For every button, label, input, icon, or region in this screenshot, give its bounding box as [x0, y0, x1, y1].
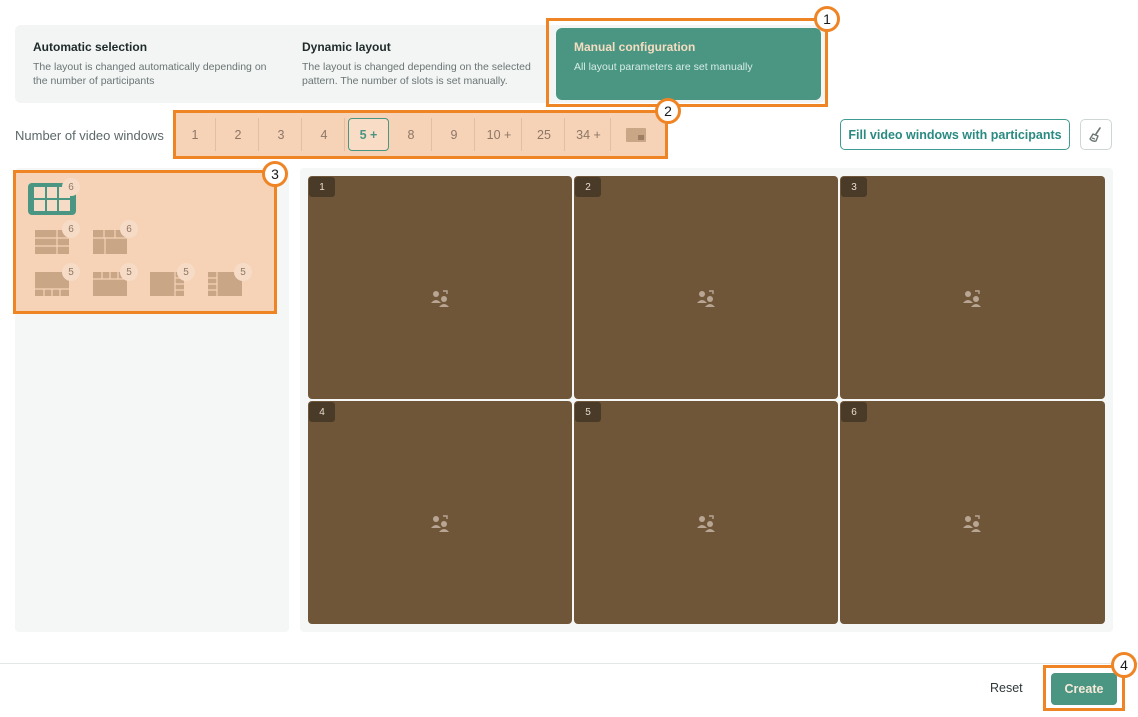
picture-in-picture-icon [625, 127, 646, 142]
count-option[interactable]: 25 [524, 118, 565, 151]
layout-editor: Automatic selection The layout is change… [0, 0, 1138, 717]
count-option[interactable]: 2 [218, 118, 259, 151]
slot-number: 3 [841, 177, 867, 197]
mode-manual-configuration[interactable]: Manual configuration All layout paramete… [556, 28, 821, 100]
count-option[interactable]: 1 [175, 118, 216, 151]
add-participant-icon [431, 515, 449, 532]
slot-number: 2 [575, 177, 601, 197]
reset-button[interactable]: Reset [990, 681, 1023, 695]
slot-number: 6 [841, 402, 867, 422]
slot-count-badge: 5 [120, 263, 138, 281]
add-participant-icon [431, 290, 449, 307]
fill-video-windows-button[interactable]: Fill video windows with participants [840, 119, 1070, 150]
mode-dynamic-layout[interactable]: Dynamic layout The layout is changed dep… [284, 25, 553, 103]
video-slot[interactable]: 4 [308, 401, 572, 624]
mode-title: Automatic selection [33, 40, 148, 54]
video-windows-label: Number of video windows [15, 128, 164, 143]
callout-badge: 4 [1111, 652, 1137, 678]
broom-icon [1089, 126, 1101, 142]
add-participant-icon [697, 290, 715, 307]
create-button[interactable]: Create [1051, 673, 1117, 705]
video-slot[interactable]: 1 [308, 176, 572, 399]
video-slot[interactable]: 5 [574, 401, 838, 624]
slot-count-badge: 5 [177, 263, 195, 281]
add-participant-icon [963, 290, 981, 307]
count-option[interactable]: 10 + [477, 118, 522, 151]
count-option[interactable]: 9 [434, 118, 475, 151]
add-participant-icon [963, 515, 981, 532]
count-option[interactable]: 4 [304, 118, 345, 151]
callout-badge: 2 [655, 98, 681, 124]
slot-number: 4 [309, 402, 335, 422]
slot-count-badge: 5 [62, 263, 80, 281]
mode-description: The layout is changed automatically depe… [33, 61, 267, 87]
slot-count-badge: 6 [62, 178, 80, 196]
count-option[interactable]: 8 [391, 118, 432, 151]
slot-number: 1 [309, 177, 335, 197]
slot-number: 5 [575, 402, 601, 422]
add-participant-icon [697, 515, 715, 532]
count-option[interactable]: 34 + [567, 118, 611, 151]
callout-badge: 1 [814, 6, 840, 32]
video-slot[interactable]: 2 [574, 176, 838, 399]
mode-title: Dynamic layout [302, 40, 391, 54]
count-option-selected[interactable]: 5 + [348, 118, 389, 151]
video-slot[interactable]: 6 [840, 401, 1105, 624]
mode-description: The layout is changed depending on the s… [302, 61, 531, 87]
clear-layout-button[interactable] [1080, 119, 1112, 150]
video-windows-count-selector: 1 2 3 4 5 + 8 9 10 + 25 34 + [175, 112, 666, 157]
slot-count-badge: 5 [234, 263, 252, 281]
count-option[interactable]: 3 [261, 118, 302, 151]
slot-count-badge: 6 [120, 220, 138, 238]
layout-mode-tabs: Automatic selection The layout is change… [15, 25, 825, 103]
mode-title: Manual configuration [574, 40, 696, 54]
footer-divider [0, 663, 1138, 664]
mode-description: All layout parameters are set manually [574, 61, 753, 73]
mode-automatic-selection[interactable]: Automatic selection The layout is change… [15, 25, 284, 103]
layout-patterns: 6 6 6 5 5 5 5 [15, 172, 275, 312]
video-slot[interactable]: 3 [840, 176, 1105, 399]
callout-badge: 3 [262, 161, 288, 187]
slot-count-badge: 6 [62, 220, 80, 238]
count-option-pip[interactable] [615, 118, 656, 151]
